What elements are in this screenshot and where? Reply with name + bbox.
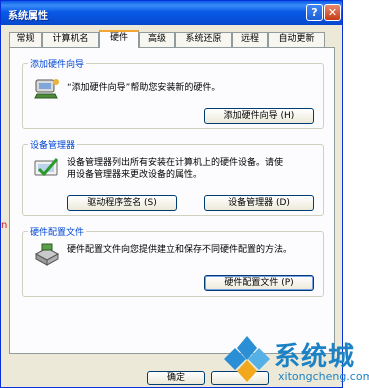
- tab-remote[interactable]: 远程: [232, 32, 268, 47]
- hardware-profiles-icon: [34, 243, 60, 266]
- hardware-profiles-button[interactable]: 硬件配置文件 (P): [204, 275, 314, 291]
- hardware-tab-panel: 添加硬件向导 “添加硬件向导”帮助您安装新的硬件。 添加硬件向导 (H) 设备管…: [9, 47, 335, 354]
- title-bar[interactable]: 系统属性 ? ✕: [1, 1, 342, 25]
- tab-advanced[interactable]: 高级: [139, 32, 175, 47]
- watermark-brand: 系统城: [274, 342, 356, 372]
- side-mark: n: [1, 220, 8, 231]
- add-hardware-description: “添加硬件向导”帮助您安装新的硬件。: [67, 83, 221, 93]
- close-icon[interactable]: ✕: [324, 4, 341, 21]
- windows-logo-icon: [224, 336, 270, 382]
- hardware-profiles-description: 硬件配置文件向您提供建立和保存不同硬件配置的方法。: [67, 245, 293, 255]
- driver-signing-button[interactable]: 驱动程序签名 (S): [67, 195, 177, 211]
- help-icon[interactable]: ?: [306, 4, 323, 21]
- device-manager-description-line1: 设备管理器列出所有安装在计算机上的硬件设备。请使: [67, 158, 284, 168]
- window-title: 系统属性: [8, 11, 48, 22]
- tab-hardware[interactable]: 硬件: [99, 30, 139, 48]
- device-manager-description-line2: 用设备管理器来更改设备的属性。: [67, 170, 203, 180]
- add-hardware-group: 添加硬件向导 “添加硬件向导”帮助您安装新的硬件。 添加硬件向导 (H): [22, 57, 324, 129]
- ok-button[interactable]: 确定: [147, 371, 205, 385]
- tab-computer-name[interactable]: 计算机名: [42, 32, 99, 47]
- watermark-logo: 系统城 xitongcheng.com: [216, 330, 369, 388]
- device-manager-title: 设备管理器: [28, 138, 78, 151]
- watermark-url: xitongcheng.com: [278, 370, 369, 383]
- device-manager-icon: [34, 158, 59, 177]
- tab-strip: 常规 计算机名 硬件 高级 系统还原 远程 自动更新: [9, 30, 339, 48]
- hardware-wizard-icon: [34, 79, 59, 99]
- hardware-profiles-title: 硬件配置文件: [28, 225, 87, 238]
- tab-system-restore[interactable]: 系统还原: [175, 32, 232, 47]
- add-hardware-wizard-button[interactable]: 添加硬件向导 (H): [204, 108, 314, 124]
- device-manager-group: 设备管理器 设备管理器列出所有安装在计算机上的硬件设备。请使 用设备管理器来更改…: [22, 138, 324, 216]
- tab-general[interactable]: 常规: [9, 32, 42, 47]
- hardware-profiles-group: 硬件配置文件 硬件配置文件向您提供建立和保存不同硬件配置的方法。 硬件配置文件 …: [22, 225, 324, 297]
- add-hardware-title: 添加硬件向导: [28, 57, 87, 70]
- device-manager-button[interactable]: 设备管理器 (D): [204, 195, 314, 211]
- tab-automatic-updates[interactable]: 自动更新: [268, 32, 325, 47]
